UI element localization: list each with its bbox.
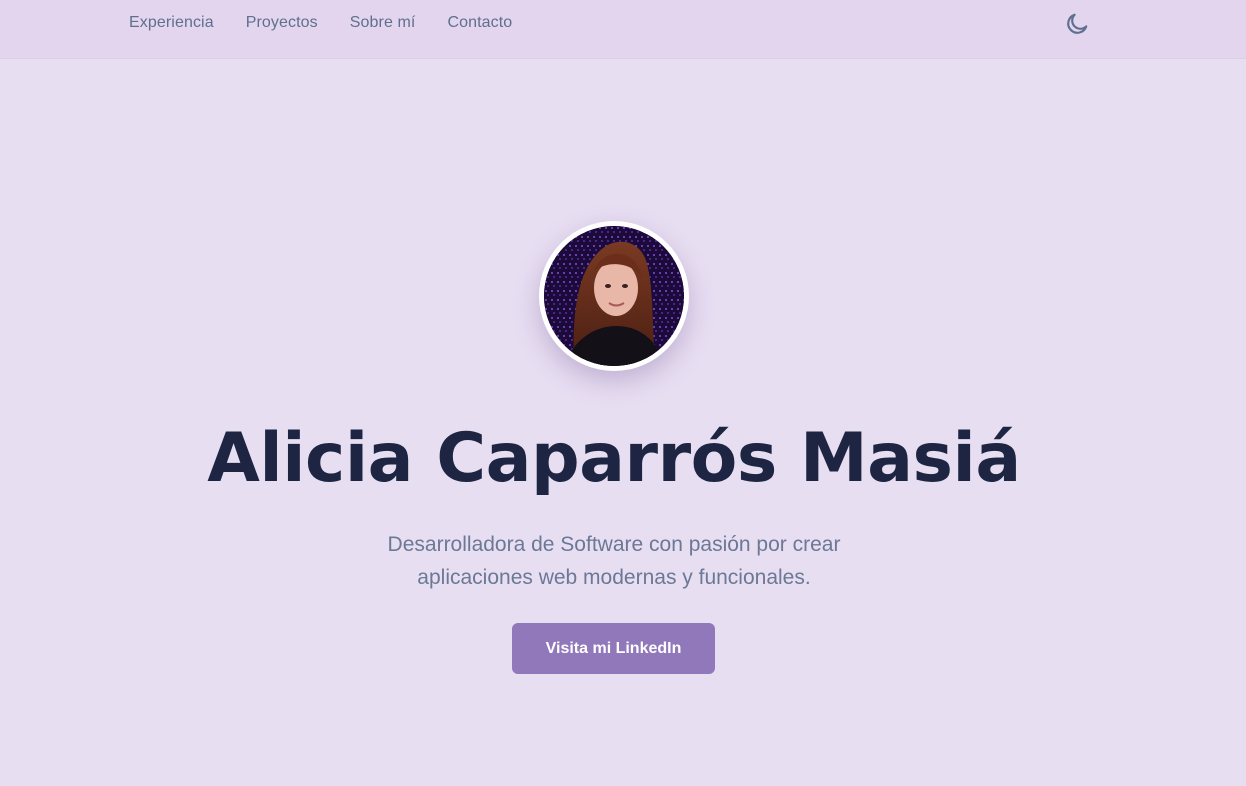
nav-link-sobre-mi[interactable]: Sobre mí	[350, 13, 416, 33]
top-navbar: Experiencia Proyectos Sobre mí Contacto	[0, 0, 1246, 59]
avatar	[539, 221, 689, 371]
nav-link-contacto[interactable]: Contacto	[447, 13, 512, 33]
hero-section: Alicia Caparrós Masiá Desarrolladora de …	[0, 59, 1246, 786]
nav-links: Experiencia Proyectos Sobre mí Contacto	[129, 13, 544, 33]
tagline-line-2: aplicaciones web modernas y funcionales.	[417, 566, 811, 589]
hero-name: Alicia Caparrós Masiá	[207, 419, 1021, 498]
linkedin-button[interactable]: Visita mi LinkedIn	[512, 623, 715, 674]
profile-photo	[544, 226, 684, 366]
nav-link-proyectos[interactable]: Proyectos	[246, 13, 318, 33]
tagline-line-1: Desarrolladora de Software con pasión po…	[387, 533, 841, 556]
theme-toggle-button[interactable]	[1064, 11, 1090, 37]
hero-tagline: Desarrolladora de Software con pasión po…	[0, 528, 1228, 594]
nav-link-experiencia[interactable]: Experiencia	[129, 13, 214, 33]
moon-icon	[1067, 13, 1088, 34]
